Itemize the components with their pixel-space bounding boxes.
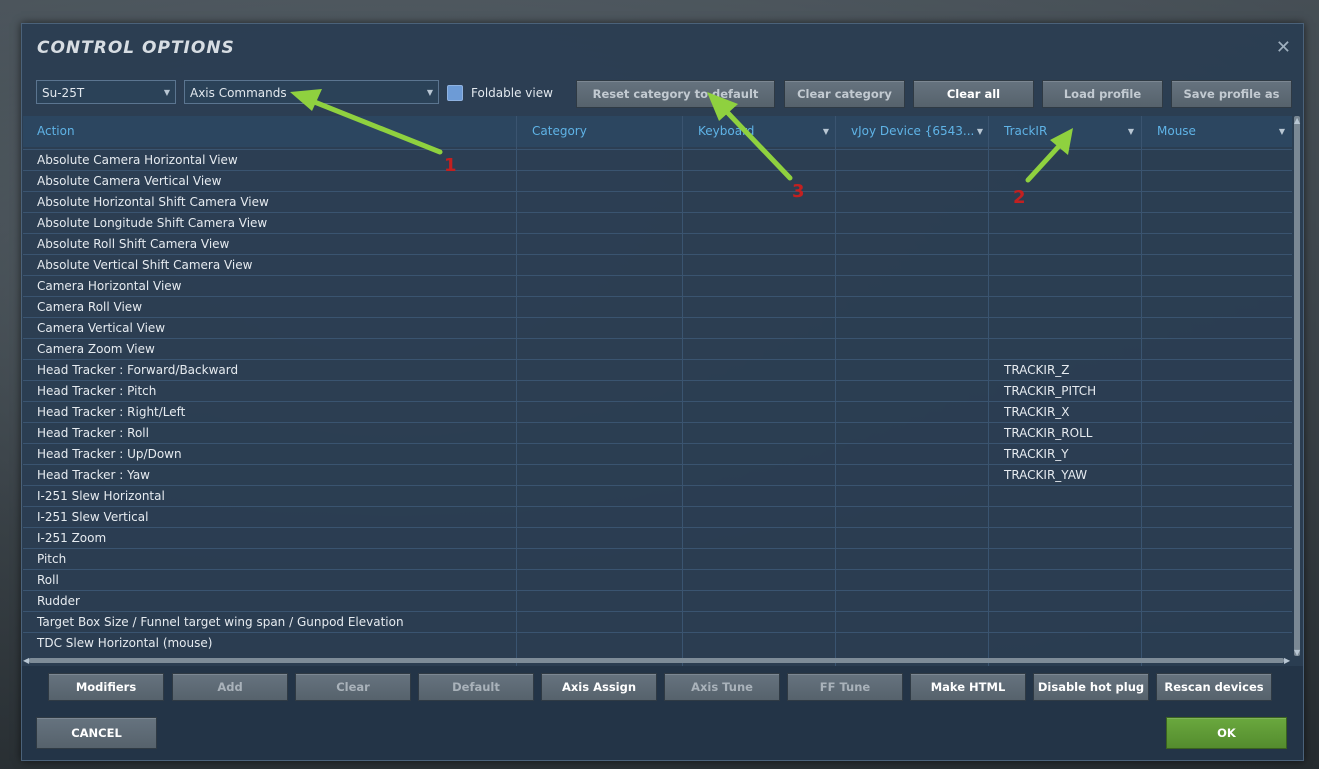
arrow-2: [1025, 128, 1073, 183]
arrow-3: [707, 92, 793, 181]
annotation-arrows: [290, 89, 1073, 183]
annotation-label-3: 3: [792, 181, 805, 202]
arrow-1: [290, 89, 443, 155]
annotation-label-2: 2: [1013, 187, 1026, 208]
annotation-label-1: 1: [444, 155, 457, 176]
